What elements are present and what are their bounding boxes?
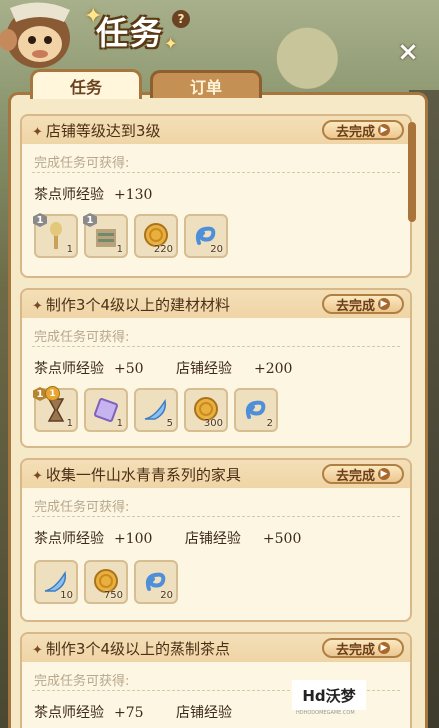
arrow-right-icon: ▶: [378, 298, 390, 310]
help-icon[interactable]: ?: [172, 10, 190, 28]
reward-label: 完成任务可获得:: [34, 500, 130, 515]
exp-rewards: 茶点师经验 +100 店铺经验 +500: [34, 531, 302, 547]
reward-label: 完成任务可获得:: [34, 330, 130, 345]
reward-label: 完成任务可获得:: [34, 674, 130, 689]
watermark-url: HDHODOMEGAME.COM: [296, 710, 355, 716]
arrow-right-icon: ▶: [378, 124, 390, 136]
arrow-right-icon: ▶: [378, 642, 390, 654]
task-card: ✦ 店铺等级达到3级 去完成 ▶ 完成任务可获得: 茶点师经验 +130 1 1 1 …: [20, 114, 412, 278]
reward-items: 1 1 1 1 220 20: [33, 213, 228, 260]
reward-item[interactable]: 1 1 1: [33, 386, 78, 432]
monkey-avatar: [0, 2, 70, 68]
exp-rewards: 茶点师经验 +50 店铺经验 +200: [34, 361, 293, 377]
go-complete-button[interactable]: 去完成 ▶: [322, 464, 404, 484]
task-list[interactable]: ✦ 店铺等级达到3级 去完成 ▶ 完成任务可获得: 茶点师经验 +130 1 1 1 …: [12, 104, 412, 728]
task-title: ✦ 店铺等级达到3级: [32, 122, 161, 140]
watermark-logo: Hd沃梦: [292, 680, 366, 710]
task-card: ✦ 制作3个4级以上的建材材料 去完成 ▶ 完成任务可获得: 茶点师经验 +50 店铺…: [20, 288, 412, 448]
reward-item[interactable]: 2: [234, 388, 278, 432]
reward-item[interactable]: 20: [184, 214, 228, 258]
reward-item[interactable]: 1 1: [33, 213, 78, 258]
tab-tasks[interactable]: 任务: [30, 69, 142, 99]
sparkle-icon: ✦: [164, 34, 178, 53]
exp-rewards: 茶点师经验 +75 店铺经验: [34, 705, 232, 721]
reward-item[interactable]: 20: [134, 560, 178, 604]
divider: [32, 346, 400, 347]
notification-dot: 1: [45, 386, 60, 401]
diamond-icon: ✦: [32, 299, 43, 314]
tab-orders[interactable]: 订单: [150, 70, 262, 98]
diamond-icon: ✦: [32, 125, 43, 140]
scrollbar[interactable]: [408, 122, 416, 222]
reward-item[interactable]: 5: [134, 388, 178, 432]
diamond-icon: ✦: [32, 469, 43, 484]
reward-item[interactable]: 10: [34, 560, 78, 604]
reward-item[interactable]: 220: [134, 214, 178, 258]
reward-item[interactable]: 300: [184, 388, 228, 432]
reward-label: 完成任务可获得:: [34, 156, 130, 171]
reward-item[interactable]: 750: [84, 560, 128, 604]
reward-items: 1 1 1 1 5 300 2: [33, 386, 278, 434]
go-complete-button[interactable]: 去完成 ▶: [322, 120, 404, 140]
diamond-icon: ✦: [32, 643, 43, 658]
task-title: ✦ 制作3个4级以上的建材材料: [32, 296, 230, 314]
page-title: 任务: [96, 14, 165, 52]
go-complete-button[interactable]: 去完成 ▶: [322, 638, 404, 658]
close-button[interactable]: ×: [396, 39, 420, 65]
arrow-right-icon: ▶: [378, 468, 390, 480]
task-card: ✦ 收集一件山水青青系列的家具 去完成 ▶ 完成任务可获得: 茶点师经验 +100 店…: [20, 458, 412, 622]
divider: [32, 516, 400, 517]
go-complete-button[interactable]: 去完成 ▶: [322, 294, 404, 314]
divider: [32, 172, 400, 173]
exp-rewards: 茶点师经验 +130: [34, 187, 153, 203]
reward-items: 10 750 20: [34, 560, 178, 606]
reward-item[interactable]: 1 1: [83, 213, 128, 258]
reward-item[interactable]: 1: [84, 388, 128, 432]
task-title: ✦ 制作3个4级以上的蒸制茶点: [32, 640, 230, 658]
task-title: ✦ 收集一件山水青青系列的家具: [32, 466, 241, 484]
